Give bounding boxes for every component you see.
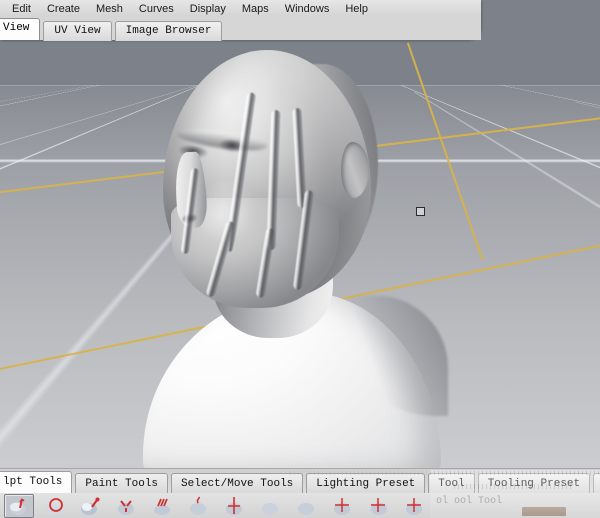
menu-item-create[interactable]: Create (39, 1, 88, 17)
sculpt-bulge-tool-button[interactable] (328, 494, 358, 518)
viewport-3d[interactable] (0, 0, 600, 518)
sculpt-pull-tool-button[interactable] (76, 494, 106, 518)
sculpt-tool-palette (0, 493, 600, 518)
sculpt-circle-select-icon (43, 496, 67, 516)
tool-tab-strip: lpt Tools Paint Tools Select/Move Tools … (0, 469, 600, 493)
sculpt-flatten-tool-button[interactable] (256, 494, 286, 518)
sculpt-bulge-icon (331, 496, 355, 516)
viewport-selection-marker[interactable] (416, 207, 425, 216)
sculpt-flatten-icon (259, 496, 283, 516)
menu-item-edit[interactable]: Edit (4, 1, 39, 17)
sculpt-carve-icon (295, 496, 319, 516)
tab-tool-1[interactable]: Tool (428, 473, 474, 494)
sculpt-smooth-icon (187, 496, 211, 516)
menu-item-display[interactable]: Display (182, 1, 234, 17)
bottom-panel: lpt Tools Paint Tools Select/Move Tools … (0, 468, 600, 518)
menu-item-mesh[interactable]: Mesh (88, 1, 131, 17)
model-stylized-head-bust[interactable] (0, 0, 600, 518)
view-tab-strip: View UV View Image Browser (0, 17, 481, 40)
tab-uv-view[interactable]: UV View (43, 21, 111, 41)
sculpt-inflate-tool-button[interactable] (4, 494, 34, 518)
tab-image-browser[interactable]: Image Browser (115, 21, 223, 41)
sculpt-inflate-icon (7, 496, 31, 516)
tab-paint-tools[interactable]: Paint Tools (75, 473, 168, 494)
sculpt-rake-tool-button[interactable] (148, 494, 178, 518)
tab-tooling-preset[interactable]: Tooling Preset (478, 473, 590, 494)
sculpt-smooth-tool-button[interactable] (184, 494, 214, 518)
menu-item-maps[interactable]: Maps (234, 1, 277, 17)
sculpt-circle-select-tool-button[interactable] (40, 494, 70, 518)
tab-select-move-tools[interactable]: Select/Move Tools (171, 473, 303, 494)
sculpt-rake-icon (151, 496, 175, 516)
menu-item-windows[interactable]: Windows (277, 1, 338, 17)
sculpt-pinch-tool-button[interactable] (112, 494, 142, 518)
menu-bar: Edit Create Mesh Curves Display Maps Win… (0, 0, 481, 17)
sculpt-carve-tool-button[interactable] (292, 494, 322, 518)
menu-item-help[interactable]: Help (337, 1, 376, 17)
sculpt-move-tool-button[interactable] (220, 494, 250, 518)
sculpt-scale-tool-button[interactable] (364, 494, 394, 518)
sculpt-rotate-tool-button[interactable] (400, 494, 430, 518)
tab-tool-2[interactable]: Tool (593, 473, 600, 494)
top-panel: Edit Create Mesh Curves Display Maps Win… (0, 0, 481, 40)
menu-item-curves[interactable]: Curves (131, 1, 182, 17)
sculpt-scale-icon (367, 496, 391, 516)
sculpt-pull-icon (79, 496, 103, 516)
tab-lighting-preset[interactable]: Lighting Preset (306, 473, 425, 494)
sculpt-rotate-icon (403, 496, 427, 516)
sculpt-move-icon (223, 496, 247, 516)
tab-view[interactable]: View (0, 18, 40, 40)
tab-sculpt-tools[interactable]: lpt Tools (0, 471, 72, 493)
sculpt-pinch-icon (115, 496, 139, 516)
